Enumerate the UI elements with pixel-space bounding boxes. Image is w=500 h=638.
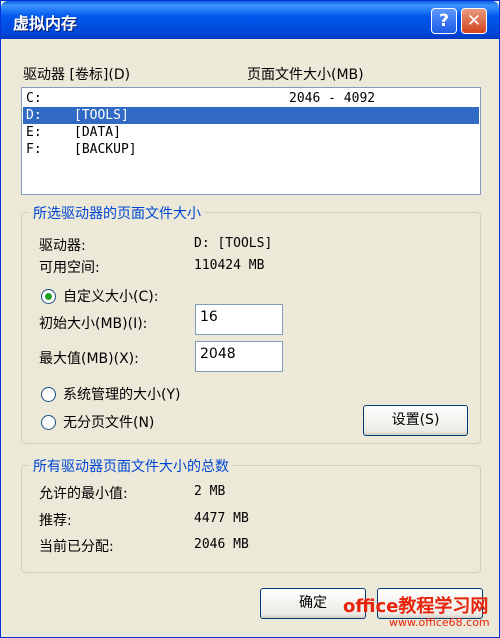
size-column-header: 页面文件大小(MB) bbox=[247, 67, 364, 83]
minimum-allowed-value: 2 MB bbox=[194, 484, 226, 499]
system-managed-label[interactable]: 系统管理的大小(Y) bbox=[63, 384, 180, 404]
initial-size-input[interactable]: 16 bbox=[195, 304, 283, 335]
drive-page-size: 2046 - 4092 bbox=[289, 91, 376, 106]
drive-row[interactable]: C: 2046 - 4092 bbox=[23, 90, 479, 107]
drive-volume-label: [BACKUP] bbox=[74, 142, 137, 157]
drive-letter: C: bbox=[26, 91, 42, 106]
radio-selected-dot bbox=[45, 293, 52, 300]
drive-listbox[interactable]: C: 2046 - 4092 D: [TOOLS] E: [DATA] F: [… bbox=[21, 87, 481, 195]
free-space-value: 110424 MB bbox=[194, 258, 265, 273]
custom-size-label[interactable]: 自定义大小(C): bbox=[63, 286, 158, 306]
window-title: 虚拟内存 bbox=[13, 14, 78, 33]
system-managed-radio[interactable] bbox=[41, 387, 56, 402]
custom-size-radio[interactable] bbox=[41, 289, 56, 304]
watermark-url: www.office68.com bbox=[389, 616, 490, 629]
drive-row-selected[interactable]: D: [TOOLS] bbox=[23, 107, 479, 124]
drive-letter: D: bbox=[26, 108, 42, 123]
recommended-value: 4477 MB bbox=[194, 511, 249, 526]
currently-allocated-value: 2046 MB bbox=[194, 537, 249, 552]
close-button[interactable]: ✕ bbox=[461, 8, 487, 34]
drive-value: D: [TOOLS] bbox=[194, 236, 273, 251]
max-size-input[interactable]: 2048 bbox=[195, 341, 283, 372]
selected-drive-group-title: 所选驱动器的页面文件大小 bbox=[29, 203, 205, 223]
totals-group-title: 所有驱动器页面文件大小的总数 bbox=[29, 456, 233, 476]
no-paging-file-radio[interactable] bbox=[41, 415, 56, 430]
max-size-label: 最大值(MB)(X): bbox=[39, 351, 139, 367]
drive-letter: F: bbox=[26, 142, 42, 157]
set-button[interactable]: 设置(S) bbox=[363, 405, 468, 436]
initial-size-label: 初始大小(MB)(I): bbox=[39, 316, 148, 332]
minimum-allowed-label: 允许的最小值: bbox=[39, 486, 128, 502]
drive-volume-label: [DATA] bbox=[74, 125, 121, 140]
free-space-label: 可用空间: bbox=[39, 260, 100, 276]
drive-letter: E: bbox=[26, 125, 42, 140]
drive-label: 驱动器: bbox=[39, 238, 86, 254]
virtual-memory-dialog: 虚拟内存 ? ✕ 驱动器 [卷标](D) 页面文件大小(MB) C: 2046 … bbox=[0, 0, 500, 638]
drive-row[interactable]: E: [DATA] bbox=[23, 124, 479, 141]
title-bar[interactable]: 虚拟内存 ? ✕ bbox=[1, 1, 499, 39]
totals-group bbox=[21, 465, 481, 573]
drive-volume-label: [TOOLS] bbox=[74, 108, 129, 123]
help-button[interactable]: ? bbox=[431, 8, 457, 34]
drive-row[interactable]: F: [BACKUP] bbox=[23, 141, 479, 158]
no-paging-file-label[interactable]: 无分页文件(N) bbox=[63, 412, 154, 432]
watermark-text: office教程学习网 bbox=[343, 596, 489, 617]
drive-column-header: 驱动器 [卷标](D) bbox=[23, 67, 131, 83]
currently-allocated-label: 当前已分配: bbox=[39, 539, 114, 555]
recommended-label: 推荐: bbox=[39, 513, 72, 529]
